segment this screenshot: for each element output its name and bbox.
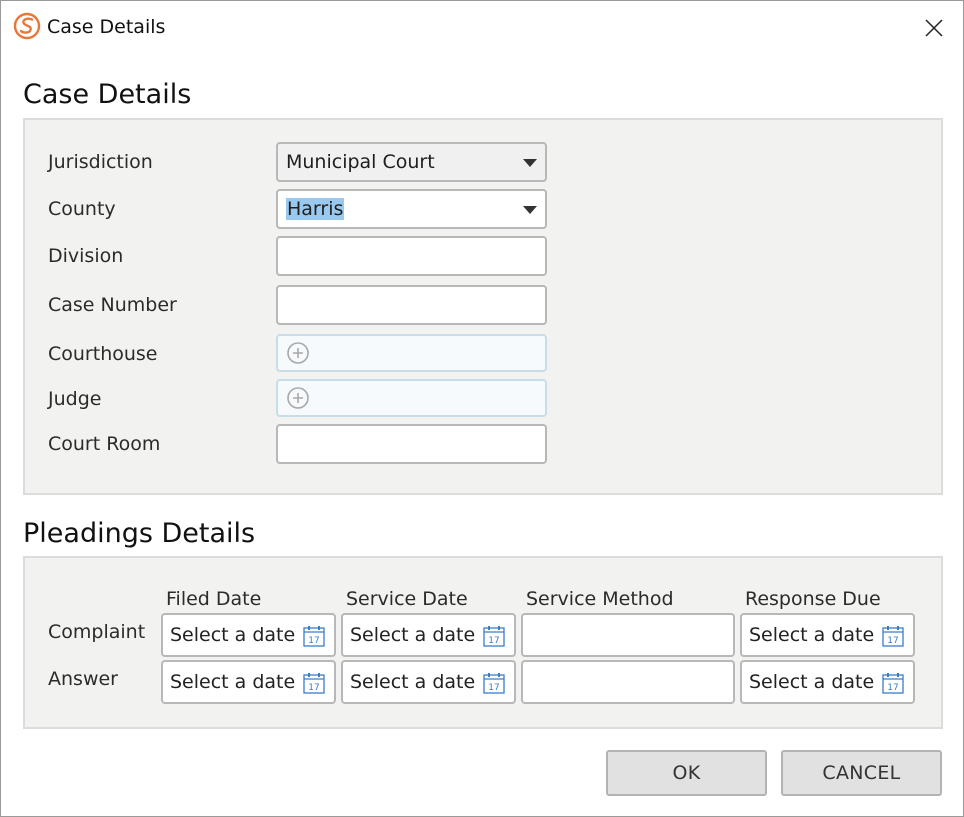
app-logo-icon (13, 12, 41, 40)
case-details-panel: Jurisdiction Municipal Court County Harr… (23, 118, 943, 495)
date-placeholder: Select a date (350, 671, 476, 693)
plus-circle-icon[interactable] (286, 386, 310, 410)
jurisdiction-dropdown[interactable]: Municipal Court (276, 142, 547, 182)
answer-service-method-input[interactable] (521, 660, 735, 704)
row-label-answer: Answer (48, 668, 118, 690)
complaint-service-method-input[interactable] (521, 613, 735, 657)
column-header-filed-date: Filed Date (166, 588, 262, 610)
date-placeholder: Select a date (350, 624, 476, 646)
calendar-icon[interactable]: 17 (482, 624, 506, 648)
plus-circle-icon[interactable] (286, 341, 310, 365)
calendar-icon-text: 17 (887, 636, 898, 646)
case-details-dialog: Case Details Case Details Jurisdiction M… (0, 0, 964, 817)
county-dropdown[interactable]: Harris (276, 189, 547, 229)
close-icon (925, 19, 943, 37)
answer-service-date-picker[interactable]: Select a date 17 (341, 660, 516, 704)
title-bar: Case Details (1, 1, 963, 55)
county-label: County (48, 198, 116, 220)
county-value: Harris (286, 198, 345, 220)
calendar-icon-text: 17 (887, 683, 898, 693)
date-placeholder: Select a date (170, 671, 296, 693)
row-label-complaint: Complaint (48, 621, 146, 643)
judge-label: Judge (48, 388, 102, 410)
date-placeholder: Select a date (749, 624, 875, 646)
pleadings-details-heading: Pleadings Details (23, 518, 256, 549)
column-header-service-date: Service Date (346, 588, 468, 610)
court-room-input[interactable] (276, 424, 547, 464)
judge-lookup[interactable] (276, 379, 547, 417)
date-placeholder: Select a date (749, 671, 875, 693)
close-button[interactable] (915, 10, 953, 46)
case-details-heading: Case Details (23, 79, 192, 110)
jurisdiction-label: Jurisdiction (48, 151, 153, 173)
courthouse-lookup[interactable] (276, 334, 547, 372)
answer-filed-date-picker[interactable]: Select a date 17 (161, 660, 336, 704)
complaint-response-due-picker[interactable]: Select a date 17 (740, 613, 915, 657)
window-title: Case Details (47, 16, 166, 38)
jurisdiction-value: Municipal Court (286, 151, 435, 173)
calendar-icon-text: 17 (308, 683, 319, 693)
chevron-down-icon (523, 206, 537, 214)
answer-response-due-picker[interactable]: Select a date 17 (740, 660, 915, 704)
case-number-label: Case Number (48, 294, 177, 316)
calendar-icon-text: 17 (308, 636, 319, 646)
calendar-icon[interactable]: 17 (302, 624, 326, 648)
cancel-button[interactable]: CANCEL (781, 750, 942, 796)
ok-button[interactable]: OK (606, 750, 767, 796)
calendar-icon-text: 17 (488, 636, 499, 646)
division-input[interactable] (276, 236, 547, 276)
date-placeholder: Select a date (170, 624, 296, 646)
complaint-filed-date-picker[interactable]: Select a date 17 (161, 613, 336, 657)
column-header-response-due: Response Due (745, 588, 881, 610)
calendar-icon[interactable]: 17 (482, 671, 506, 695)
complaint-service-date-picker[interactable]: Select a date 17 (341, 613, 516, 657)
calendar-icon[interactable]: 17 (302, 671, 326, 695)
court-room-label: Court Room (48, 433, 161, 455)
calendar-icon-text: 17 (488, 683, 499, 693)
case-number-input[interactable] (276, 285, 547, 325)
calendar-icon[interactable]: 17 (881, 671, 905, 695)
division-label: Division (48, 245, 124, 267)
courthouse-label: Courthouse (48, 343, 158, 365)
column-header-service-method: Service Method (526, 588, 674, 610)
chevron-down-icon (523, 159, 537, 167)
calendar-icon[interactable]: 17 (881, 624, 905, 648)
pleadings-panel: Filed Date Service Date Service Method R… (23, 556, 943, 729)
